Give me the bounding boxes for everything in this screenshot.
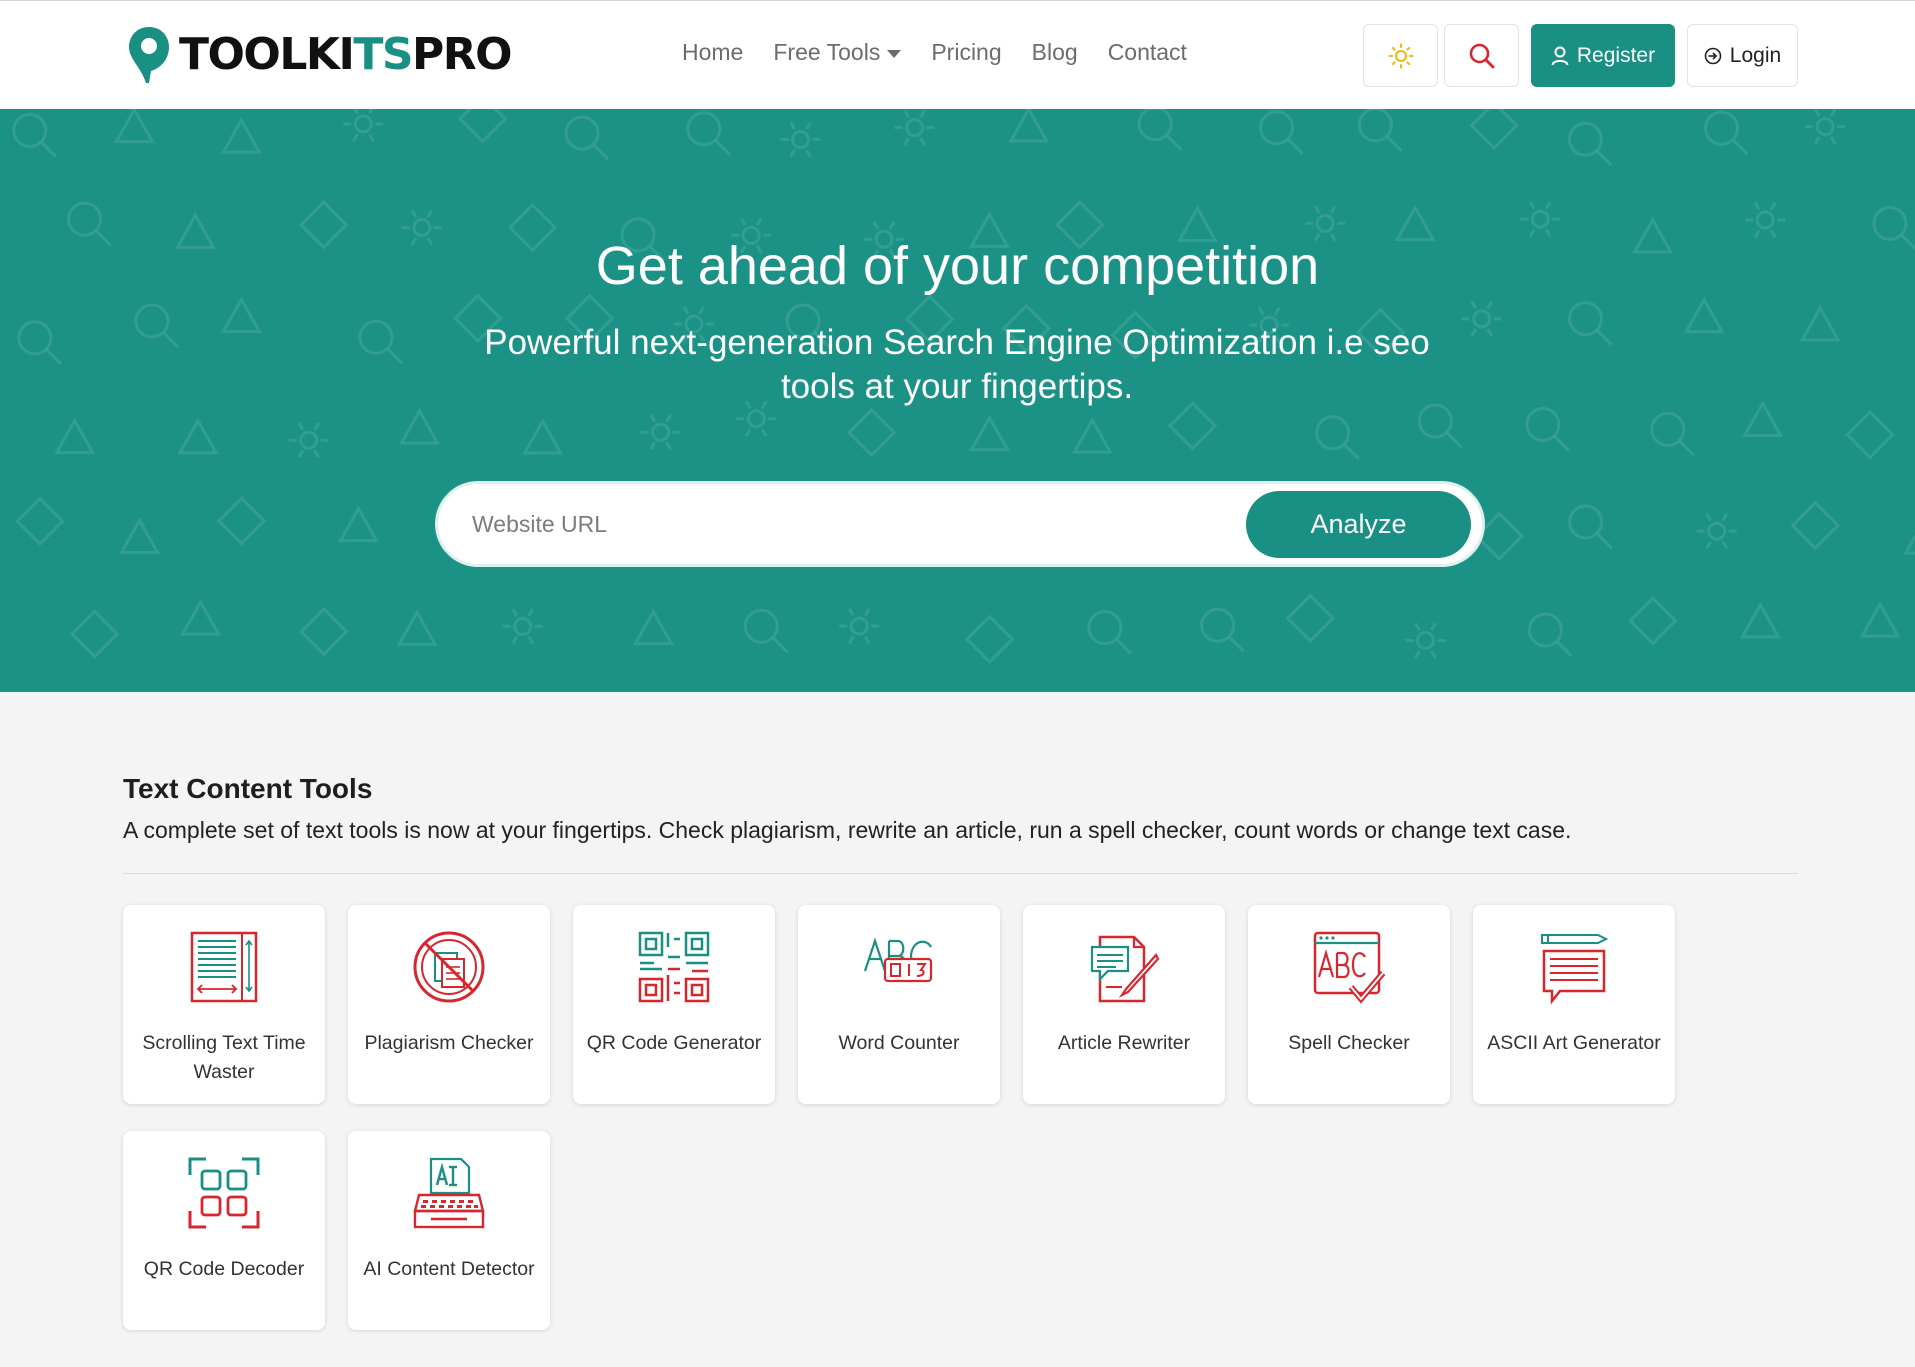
word-counter-icon (863, 937, 933, 983)
tool-card-qr-code-generator[interactable]: QR Code Generator (573, 905, 775, 1104)
tool-card-ai-content-detector[interactable]: AI Content Detector (348, 1131, 550, 1330)
location-pin-icon (129, 27, 169, 83)
login-label: Login (1729, 43, 1782, 67)
qr-code-icon (638, 931, 710, 1003)
tool-card-label: Word Counter (838, 1032, 960, 1054)
tool-card-article-rewriter[interactable]: Article Rewriter (1023, 905, 1225, 1104)
top-navbar: TOOLKITSPRO Home Free Tools Pricing Blog… (0, 0, 1915, 109)
article-rewriter-icon (1090, 935, 1160, 1003)
site-logo[interactable]: TOOLKITSPRO (127, 25, 513, 85)
tool-card-ascii-art-generator[interactable]: ASCII Art Generator (1473, 905, 1675, 1104)
register-label: Register (1576, 43, 1656, 67)
nav-blog-link[interactable]: Blog (1032, 39, 1078, 66)
tool-card-qr-code-decoder[interactable]: QR Code Decoder (123, 1131, 325, 1330)
login-icon (1704, 47, 1722, 64)
register-button[interactable]: Register (1531, 24, 1675, 87)
tool-card-label: QR Code Decoder (143, 1258, 305, 1280)
search-button[interactable] (1444, 24, 1519, 87)
nav-free-tools-label: Free Tools (773, 39, 881, 65)
brand-name: TOOLKITSPRO (179, 29, 513, 80)
nav-free-tools-dropdown[interactable]: Free Tools (773, 39, 902, 66)
url-search-box: Analyze (435, 481, 1485, 567)
sun-icon (1388, 43, 1413, 68)
caret-down-icon (887, 49, 902, 58)
tool-card-label: Plagiarism Checker (364, 1032, 534, 1054)
theme-toggle-button[interactable] (1363, 24, 1438, 87)
tool-card-label: QR Code Generator (586, 1032, 762, 1054)
section-title: Text Content Tools (123, 773, 373, 804)
hero-banner: Get ahead of your competition Powerful n… (0, 109, 1915, 692)
plagiarism-icon (413, 931, 485, 1003)
ai-detector-icon (413, 1157, 485, 1229)
website-url-input[interactable] (472, 484, 1192, 564)
tool-card-scrolling-text[interactable]: Scrolling Text Time Waster (123, 905, 325, 1104)
tool-card-plagiarism-checker[interactable]: Plagiarism Checker (348, 905, 550, 1104)
tool-card-label: ASCII Art Generator (1487, 1032, 1661, 1054)
scrolling-text-icon (190, 931, 258, 1003)
main-nav: Home Free Tools Pricing Blog Contact (682, 39, 1217, 66)
nav-contact-link[interactable]: Contact (1108, 39, 1187, 66)
hero-subtitle: Powerful next-generation Search Engine O… (484, 323, 1430, 406)
login-button[interactable]: Login (1687, 24, 1798, 87)
tool-card-label: Spell Checker (1288, 1032, 1410, 1054)
qr-decoder-icon (188, 1157, 260, 1229)
nav-home-link[interactable]: Home (682, 39, 743, 66)
section-divider (123, 873, 1798, 874)
search-icon (1469, 43, 1494, 68)
hero-title: Get ahead of your competition (595, 236, 1320, 296)
tool-card-spell-checker[interactable]: Spell Checker (1248, 905, 1450, 1104)
user-icon (1551, 46, 1569, 65)
tool-card-label: AI Content Detector (363, 1258, 535, 1280)
section-description: A complete set of text tools is now at y… (123, 817, 1572, 843)
tool-card-word-counter[interactable]: Word Counter (798, 905, 1000, 1104)
tool-card-label: Scrolling Text Time Waster (142, 1032, 306, 1083)
nav-pricing-link[interactable]: Pricing (931, 39, 1001, 66)
analyze-button[interactable]: Analyze (1246, 491, 1471, 558)
spell-checker-icon (1313, 931, 1386, 1004)
tool-card-label: Article Rewriter (1057, 1032, 1191, 1054)
ascii-art-icon (1541, 934, 1609, 1005)
